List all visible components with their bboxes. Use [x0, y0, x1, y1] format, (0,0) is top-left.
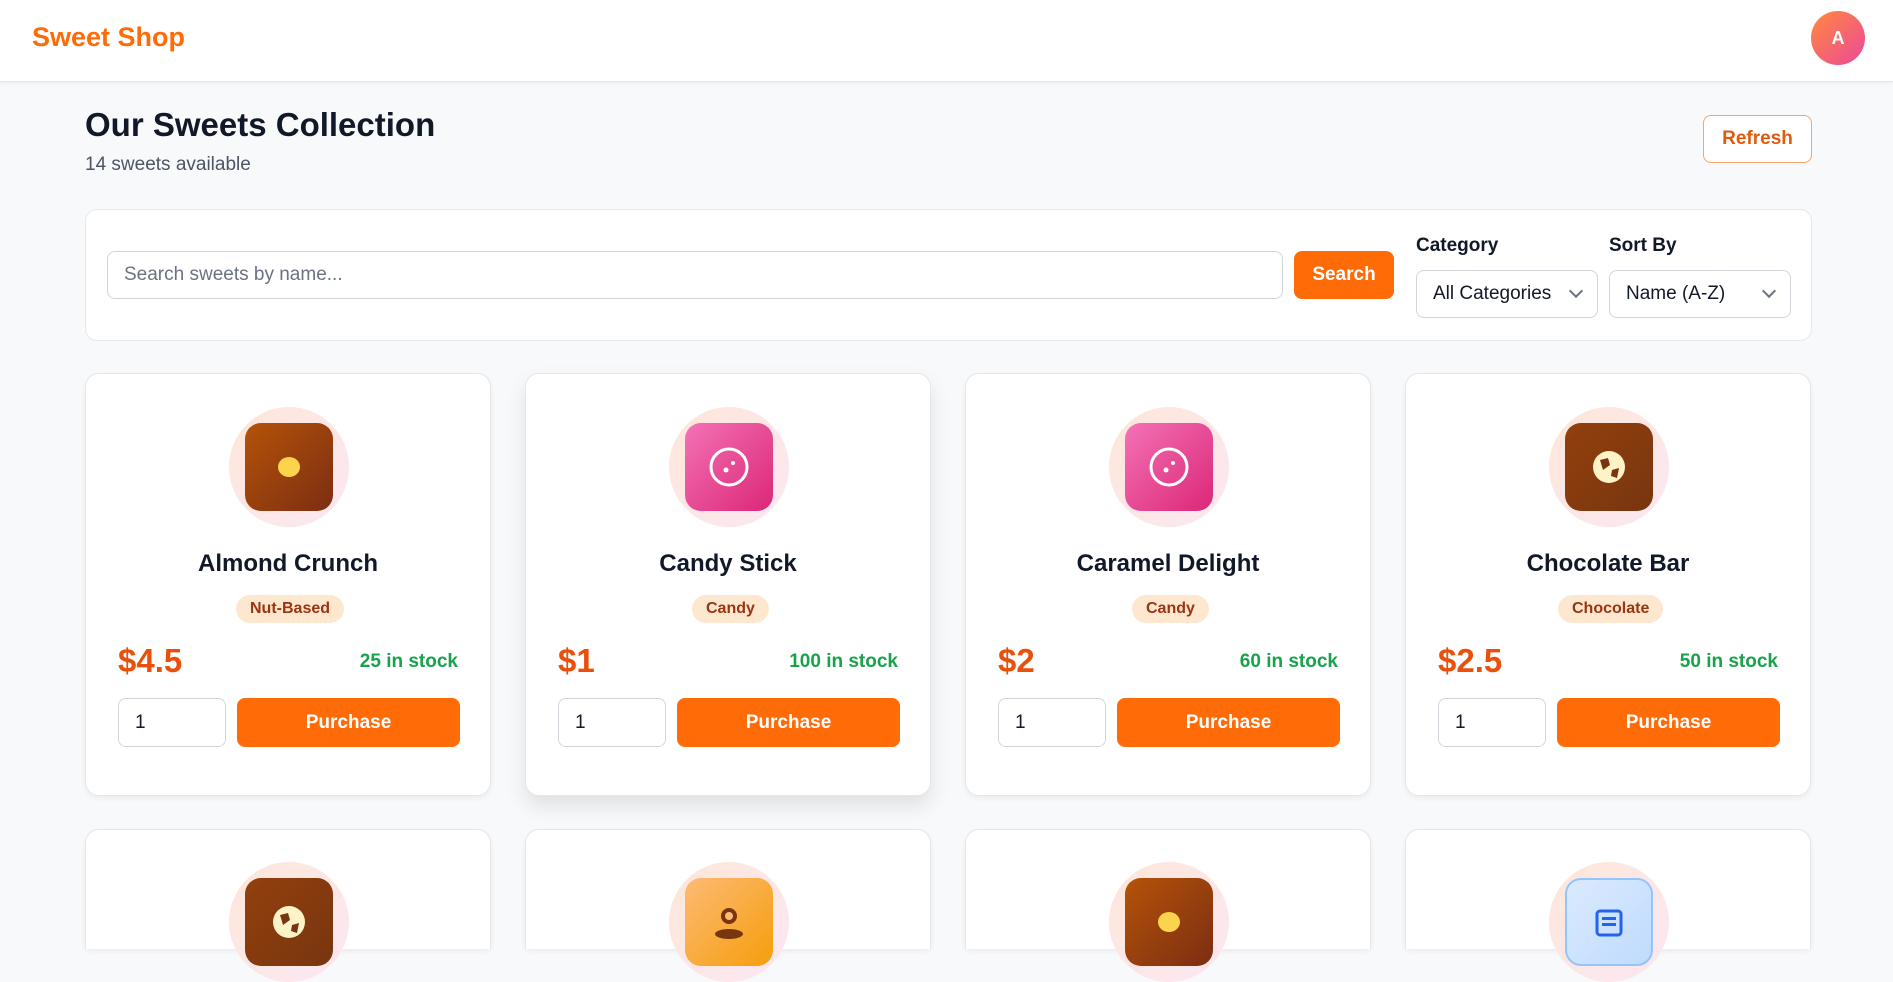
product-image [1549, 407, 1669, 527]
refresh-button[interactable]: Refresh [1703, 115, 1812, 163]
product-card [525, 829, 931, 982]
product-price: $1 [558, 642, 595, 679]
stock-status: 60 in stock [1239, 651, 1338, 672]
stock-status: 50 in stock [1679, 651, 1778, 672]
product-name: Chocolate Bar [1526, 550, 1690, 577]
category-label: Category [1416, 235, 1499, 256]
category-badge: Candy [692, 595, 769, 623]
product-card [85, 829, 491, 982]
user-avatar[interactable]: A [1811, 11, 1865, 65]
chocolate-icon [1565, 423, 1653, 511]
stock-status: 100 in stock [789, 651, 898, 672]
product-image [229, 407, 349, 527]
product-name: Candy Stick [659, 550, 797, 577]
cookie-icon [1125, 878, 1213, 966]
product-card: Caramel Delight Candy $2 60 in stock Pur… [965, 373, 1371, 796]
product-image [1109, 407, 1229, 527]
product-name: Caramel Delight [1076, 550, 1260, 577]
category-badge: Chocolate [1558, 595, 1664, 623]
purchase-button[interactable]: Purchase [237, 698, 460, 747]
stock-status: 25 in stock [359, 651, 458, 672]
product-card: Chocolate Bar Chocolate $2.5 50 in stock… [1405, 373, 1811, 796]
purchase-button[interactable]: Purchase [1117, 698, 1340, 747]
top-navbar: Sweet Shop A [0, 0, 1893, 82]
search-input[interactable] [107, 251, 1283, 299]
product-card: Almond Crunch Nut-Based $4.5 25 in stock… [85, 373, 491, 796]
category-select[interactable]: All Categories [1416, 270, 1598, 318]
search-button[interactable]: Search [1294, 251, 1394, 299]
purchase-button[interactable]: Purchase [677, 698, 900, 747]
category-badge: Candy [1132, 595, 1209, 623]
category-select-value: All Categories [1433, 283, 1552, 304]
cake-icon [1565, 878, 1653, 966]
candy-icon [685, 423, 773, 511]
sort-label: Sort By [1609, 235, 1677, 256]
sort-select[interactable]: Name (A-Z) [1609, 270, 1791, 318]
product-card [1405, 829, 1811, 982]
product-image [229, 862, 349, 982]
purchase-button[interactable]: Purchase [1557, 698, 1780, 747]
category-badge: Nut-Based [236, 595, 345, 623]
quantity-input[interactable] [1438, 698, 1546, 747]
chevron-down-icon [1568, 283, 1584, 299]
page-title: Our Sweets Collection [85, 106, 436, 143]
product-image [669, 407, 789, 527]
product-price: $2 [998, 642, 1035, 679]
product-card: Candy Stick Candy $1 100 in stock Purcha… [525, 373, 931, 796]
chocolate-icon [245, 878, 333, 966]
product-card [965, 829, 1371, 982]
cookie-icon [245, 423, 333, 511]
product-price: $2.5 [1438, 642, 1503, 679]
sweets-count: 14 sweets available [85, 154, 251, 175]
product-image [1109, 862, 1229, 982]
candy-icon [1125, 423, 1213, 511]
quantity-input[interactable] [558, 698, 666, 747]
chevron-down-icon [1761, 283, 1777, 299]
product-image [669, 862, 789, 982]
cupcake-icon [685, 878, 773, 966]
product-price: $4.5 [118, 642, 183, 679]
sort-select-value: Name (A-Z) [1626, 283, 1726, 304]
brand-logo[interactable]: Sweet Shop [32, 22, 185, 53]
product-name: Almond Crunch [198, 550, 378, 577]
product-image [1549, 862, 1669, 982]
quantity-input[interactable] [118, 698, 226, 747]
filter-panel: Search Category All Categories Sort By N… [85, 209, 1812, 341]
quantity-input[interactable] [998, 698, 1106, 747]
